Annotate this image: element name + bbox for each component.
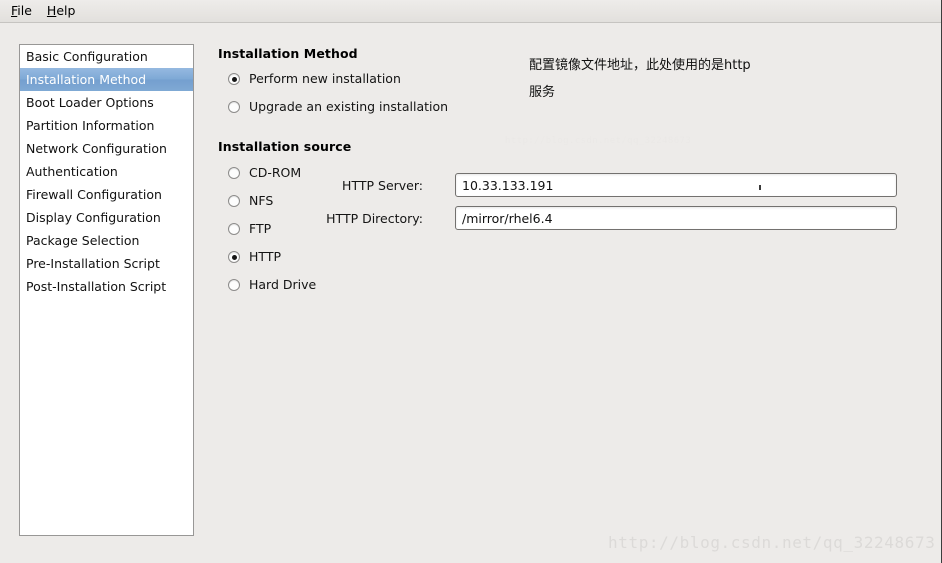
radio-indicator-upgrade-existing-installation	[228, 101, 240, 113]
menu-file[interactable]: File	[7, 1, 43, 21]
sidebar-item-network-configuration[interactable]: Network Configuration	[20, 137, 193, 160]
sidebar-item-authentication[interactable]: Authentication	[20, 160, 193, 183]
radio-perform-new-installation[interactable]: Perform new installation	[228, 72, 401, 86]
radio-indicator-cdrom	[228, 167, 240, 179]
menu-help-rest: elp	[56, 3, 76, 18]
radio-source-http[interactable]: HTTP	[228, 250, 281, 264]
radio-label-nfs: NFS	[249, 193, 274, 208]
radio-indicator-hard-drive	[228, 279, 240, 291]
sidebar-item-boot-loader-options[interactable]: Boot Loader Options	[20, 91, 193, 114]
http-directory-input[interactable]	[455, 206, 897, 230]
kickstart-configurator-window: File Help Basic Configuration Installati…	[0, 0, 942, 563]
annotation-line-1: 配置镜像文件地址，此处使用的是http	[529, 58, 751, 73]
sidebar-item-pre-installation-script[interactable]: Pre-Installation Script	[20, 252, 193, 275]
sidebar-item-firewall-configuration[interactable]: Firewall Configuration	[20, 183, 193, 206]
radio-indicator-perform-new-installation	[228, 73, 240, 85]
annotation-line-2: 服务	[529, 85, 556, 100]
radio-label-ftp: FTP	[249, 221, 272, 236]
radio-label-perform-new-installation: Perform new installation	[249, 71, 401, 86]
radio-label-upgrade-existing-installation: Upgrade an existing installation	[249, 99, 449, 114]
radio-indicator-ftp	[228, 223, 240, 235]
sidebar-list[interactable]: Basic Configuration Installation Method …	[19, 44, 194, 536]
sidebar-item-partition-information[interactable]: Partition Information	[20, 114, 193, 137]
radio-indicator-nfs	[228, 195, 240, 207]
radio-source-ftp[interactable]: FTP	[228, 222, 271, 236]
radio-source-hard-drive[interactable]: Hard Drive	[228, 278, 316, 292]
installation-method-heading: Installation Method	[218, 46, 358, 61]
menu-help-mnemonic: H	[46, 3, 57, 18]
sidebar-item-package-selection[interactable]: Package Selection	[20, 229, 193, 252]
sidebar-item-display-configuration[interactable]: Display Configuration	[20, 206, 193, 229]
radio-upgrade-existing-installation[interactable]: Upgrade an existing installation	[228, 100, 448, 114]
http-directory-label: HTTP Directory:	[326, 211, 423, 226]
radio-indicator-http	[228, 251, 240, 263]
watermark-ghost: http://blog.csdn.net/qq_32248673	[505, 136, 692, 146]
menu-file-rest: ile	[17, 3, 32, 18]
sidebar-item-basic-configuration[interactable]: Basic Configuration	[20, 45, 193, 68]
http-server-label: HTTP Server:	[342, 178, 423, 193]
menu-help[interactable]: Help	[43, 1, 87, 21]
radio-label-http: HTTP	[249, 249, 281, 264]
sidebar-item-post-installation-script[interactable]: Post-Installation Script	[20, 275, 193, 298]
menu-bar: File Help	[0, 0, 941, 23]
http-server-input[interactable]	[455, 173, 897, 197]
text-cursor-artifact	[759, 185, 761, 190]
installation-source-heading: Installation source	[218, 139, 352, 154]
sidebar-item-installation-method[interactable]: Installation Method	[20, 68, 193, 91]
annotation-note: 配置镜像文件地址，此处使用的是http 服务	[529, 52, 869, 106]
radio-label-hard-drive: Hard Drive	[249, 277, 317, 292]
radio-source-nfs[interactable]: NFS	[228, 194, 273, 208]
watermark-url: http://blog.csdn.net/qq_32248673	[608, 533, 936, 552]
